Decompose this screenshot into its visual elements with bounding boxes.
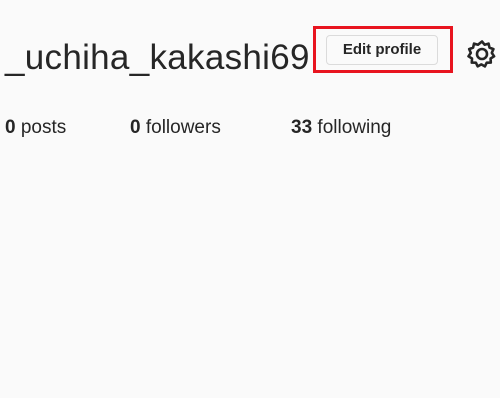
following-stat[interactable]: 33 following <box>291 116 391 140</box>
profile-page: _uchiha_kakashi69 Edit profile 0 posts 0… <box>0 0 500 398</box>
followers-stat[interactable]: 0 followers <box>130 116 221 140</box>
following-count: 33 <box>291 117 313 138</box>
posts-count: 0 <box>5 117 16 138</box>
edit-profile-button[interactable]: Edit profile <box>326 35 438 65</box>
followers-count: 0 <box>130 117 141 138</box>
posts-stat[interactable]: 0 posts <box>5 116 66 140</box>
edit-profile-highlight: Edit profile <box>313 26 453 73</box>
gear-icon[interactable] <box>466 38 498 70</box>
following-label: following <box>317 117 392 138</box>
profile-header: _uchiha_kakashi69 Edit profile <box>0 18 500 98</box>
profile-username: _uchiha_kakashi69 <box>5 38 310 77</box>
followers-label: followers <box>145 117 221 138</box>
posts-label: posts <box>20 117 67 138</box>
